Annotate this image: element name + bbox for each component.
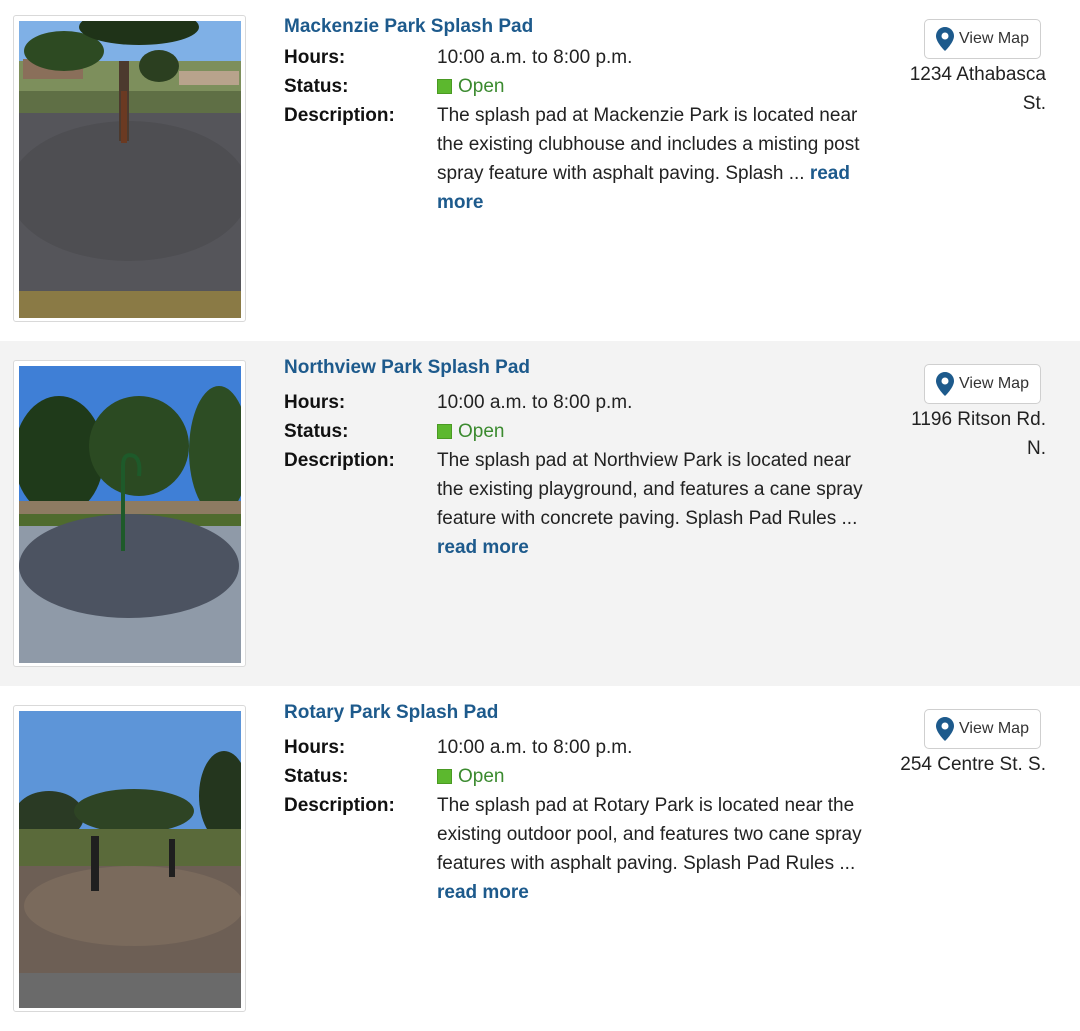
description-label: Description:	[284, 795, 395, 816]
description-text: The splash pad at Rotary Park is located…	[437, 795, 862, 874]
read-more-link[interactable]: read more	[437, 882, 529, 903]
listing-photo[interactable]	[13, 360, 246, 667]
status-label: Status:	[284, 421, 349, 442]
status-badge: Open	[437, 762, 504, 791]
listing-title[interactable]: Mackenzie Park Splash Pad	[284, 16, 533, 38]
listing-photo[interactable]	[13, 15, 246, 322]
listing-northview-park: Northview Park Splash Pad Hours: 10:00 a…	[0, 341, 1080, 686]
address: 254 Centre St. S.	[890, 750, 1046, 779]
splash-pad-photo-icon	[19, 21, 241, 318]
read-more-link[interactable]: read more	[437, 537, 529, 558]
view-map-button[interactable]: View Map	[924, 709, 1041, 749]
status-badge: Open	[437, 72, 504, 101]
address-line-2: St.	[1022, 93, 1046, 114]
hours-label: Hours:	[284, 737, 346, 758]
view-map-label: View Map	[959, 375, 1029, 392]
view-map-label: View Map	[959, 720, 1029, 737]
status-text: Open	[458, 421, 505, 442]
hours-label: Hours:	[284, 47, 346, 68]
description-label: Description:	[284, 450, 395, 471]
map-pin-icon	[936, 372, 955, 396]
map-pin-icon	[936, 717, 955, 741]
status-label: Status:	[284, 766, 349, 787]
listing-title[interactable]: Northview Park Splash Pad	[284, 357, 530, 379]
address-line-2: N.	[1027, 438, 1046, 459]
address: 1196 Ritson Rd. N.	[890, 405, 1046, 463]
view-map-button[interactable]: View Map	[924, 19, 1041, 59]
hours-value: 10:00 a.m. to 8:00 p.m.	[437, 392, 633, 413]
description-text-block: The splash pad at Mackenzie Park is loca…	[437, 101, 867, 217]
hours-value: 10:00 a.m. to 8:00 p.m.	[437, 737, 633, 758]
hours-value: 10:00 a.m. to 8:00 p.m.	[437, 47, 633, 68]
splash-pad-photo-icon	[19, 366, 241, 663]
address-line-1: 1196 Ritson Rd.	[911, 409, 1046, 430]
status-label: Status:	[284, 76, 349, 97]
description-text-block: The splash pad at Rotary Park is located…	[437, 791, 867, 907]
listing-photo[interactable]	[13, 705, 246, 1012]
view-map-button[interactable]: View Map	[924, 364, 1041, 404]
listing-title[interactable]: Rotary Park Splash Pad	[284, 702, 498, 724]
status-open-icon	[437, 424, 452, 439]
splash-pad-photo-icon	[19, 711, 241, 1008]
description-text: The splash pad at Northview Park is loca…	[437, 450, 863, 529]
map-pin-icon	[936, 27, 955, 51]
address-line-1: 254 Centre St. S.	[900, 754, 1046, 775]
status-badge: Open	[437, 417, 504, 446]
address: 1234 Athabasca St.	[890, 60, 1046, 118]
description-label: Description:	[284, 105, 395, 126]
address-line-1: 1234 Athabasca	[909, 64, 1046, 85]
status-open-icon	[437, 769, 452, 784]
status-open-icon	[437, 79, 452, 94]
view-map-label: View Map	[959, 30, 1029, 47]
description-text: The splash pad at Mackenzie Park is loca…	[437, 105, 860, 184]
listing-mackenzie-park: Mackenzie Park Splash Pad Hours: 10:00 a…	[0, 0, 1080, 345]
description-text-block: The splash pad at Northview Park is loca…	[437, 446, 867, 562]
status-text: Open	[458, 76, 505, 97]
status-text: Open	[458, 766, 505, 787]
hours-label: Hours:	[284, 392, 346, 413]
listing-rotary-park: Rotary Park Splash Pad Hours: 10:00 a.m.…	[0, 686, 1080, 1031]
